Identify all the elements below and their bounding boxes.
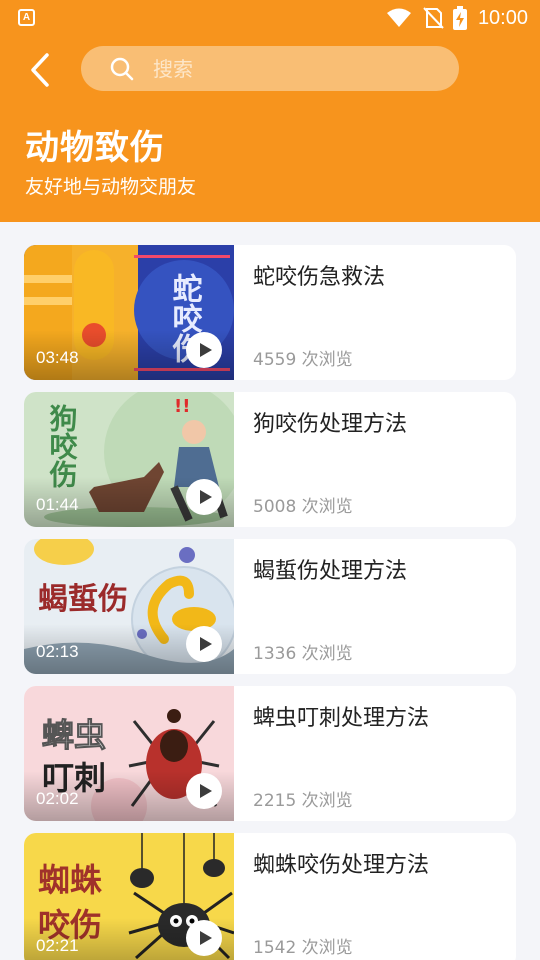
play-icon[interactable] [186,773,222,809]
video-card[interactable]: 蛇咬伤 03:48 蛇咬伤急救法 4559 次浏览 [24,245,516,380]
video-thumbnail[interactable]: 蛇咬伤 03:48 [24,245,234,380]
thumb-caption: 蝎蜇伤 [38,582,128,617]
video-title[interactable]: 蜘蛛咬伤处理方法 [253,847,429,879]
battery-charging-icon [452,6,467,30]
video-thumbnail[interactable]: 狗咬伤 !! 01:44 [24,392,234,527]
video-duration: 02:02 [36,789,79,808]
video-thumbnail[interactable]: 蝎蜇伤 02:13 [24,539,234,674]
video-list: 蛇咬伤 03:48 蛇咬伤急救法 4559 次浏览 狗咬伤 !! 01:44 狗… [24,245,516,960]
video-duration: 02:13 [36,642,79,661]
video-thumbnail[interactable]: 蜘蛛 咬伤 02:21 [24,833,234,960]
app-notification-icon: A [18,9,35,26]
back-arrow-icon [31,53,49,87]
view-count: 1542 次浏览 [253,938,353,958]
status-bar: A 10:00 [0,0,540,36]
thumb-caption: 蜱虫 [42,716,106,754]
view-count: 5008 次浏览 [253,497,353,517]
video-card[interactable]: 蜱虫 叮刺 02:02 蜱虫叮刺处理方法 2215 次浏览 [24,686,516,821]
view-count: 4559 次浏览 [253,350,353,370]
play-icon[interactable] [186,479,222,515]
play-icon[interactable] [186,332,222,368]
video-duration: 02:21 [36,936,79,955]
back-button[interactable] [20,48,60,92]
video-title[interactable]: 蛇咬伤急救法 [253,259,385,291]
wifi-icon [386,8,411,27]
video-card[interactable]: 蜘蛛 咬伤 02:21 蜘蛛咬伤处理方法 1542 次浏览 [24,833,516,960]
view-count: 2215 次浏览 [253,791,353,811]
thumb-caption: 狗咬伤 [46,404,79,489]
play-icon[interactable] [186,626,222,662]
search-icon [110,57,134,81]
page-title: 动物致伤 [25,128,165,168]
video-card[interactable]: 蝎蜇伤 02:13 蝎蜇伤处理方法 1336 次浏览 [24,539,516,674]
view-count: 1336 次浏览 [253,644,353,664]
header: A 10:00 动物致伤 友好地与动物交 [0,0,540,222]
video-duration: 01:44 [36,495,79,514]
search-input[interactable] [153,46,433,91]
search-bar[interactable] [81,46,459,91]
status-time: 10:00 [477,6,528,29]
play-icon[interactable] [186,920,222,956]
video-title[interactable]: 蝎蜇伤处理方法 [253,553,407,585]
no-sim-icon [423,7,444,29]
video-duration: 03:48 [36,348,79,367]
thumb-caption: 蜘蛛 [38,861,102,899]
video-title[interactable]: 狗咬伤处理方法 [253,406,407,438]
page-subtitle: 友好地与动物交朋友 [25,176,197,198]
video-thumbnail[interactable]: 蜱虫 叮刺 02:02 [24,686,234,821]
svg-text:!!: !! [174,396,190,417]
video-title[interactable]: 蜱虫叮刺处理方法 [253,700,429,732]
video-card[interactable]: 狗咬伤 !! 01:44 狗咬伤处理方法 5008 次浏览 [24,392,516,527]
